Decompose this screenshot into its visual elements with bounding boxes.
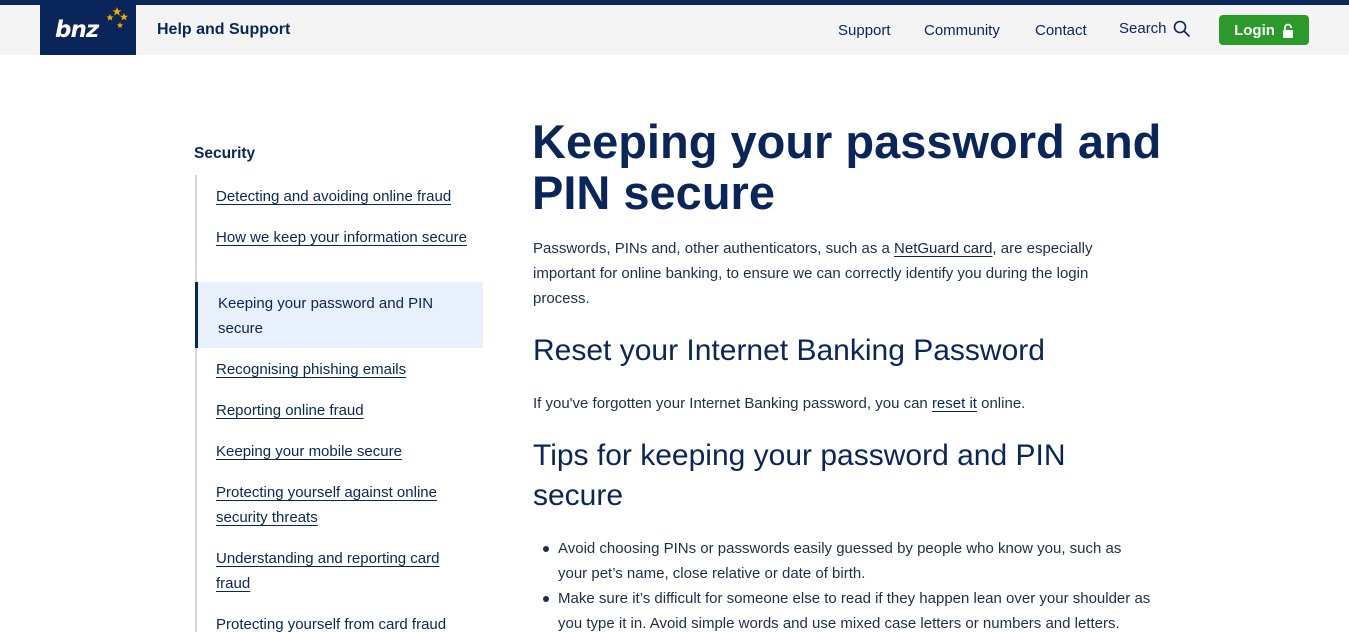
sidebar-item-mobile-secure[interactable]: Keeping your mobile secure — [216, 439, 476, 464]
tip-item: Make sure it’s difficult for someone els… — [558, 590, 1151, 632]
reset-text-2: online. — [976, 395, 1026, 412]
sidebar-item-card-fraud-protect[interactable]: Protecting yourself from card fraud — [216, 612, 476, 632]
reset-heading: Reset your Internet Banking Password — [533, 334, 1045, 367]
sidebar-item-phishing[interactable]: Recognising phishing emails — [216, 357, 476, 382]
bullet-dot — [543, 546, 549, 552]
login-button[interactable]: Login — [1219, 15, 1309, 45]
sidebar-heading: Security — [194, 145, 256, 162]
intro-paragraph: Passwords, PINs and, other authenticator… — [533, 236, 1133, 311]
intro-text-1: Passwords, PINs and, other authenticator… — [533, 240, 895, 257]
reset-text-1: If you've forgotten your Internet Bankin… — [533, 395, 932, 412]
stars-icon — [106, 7, 128, 28]
nav-search[interactable]: Search — [1119, 20, 1190, 37]
nav-contact[interactable]: Contact — [1035, 22, 1087, 39]
sidebar-item-online-threats[interactable]: Protecting yourself against online secur… — [216, 480, 476, 530]
lock-icon — [1282, 23, 1293, 38]
reset-it-link[interactable]: reset it — [932, 395, 977, 412]
top-stripe — [0, 0, 1349, 5]
sidebar-item-info-secure[interactable]: How we keep your information secure — [216, 225, 476, 250]
netguard-card-link[interactable]: NetGuard card — [894, 240, 992, 257]
page-title: Keeping your password and PIN secure — [532, 115, 1162, 219]
login-label: Login — [1234, 21, 1275, 39]
reset-paragraph: If you've forgotten your Internet Bankin… — [533, 391, 1133, 416]
tip-item: Avoid choosing PINs or passwords easily … — [558, 540, 1122, 582]
sidebar-item-reporting-fraud[interactable]: Reporting online fraud — [216, 398, 476, 423]
sidebar-item-password-pin-label: Keeping your password and PIN secure — [218, 295, 434, 337]
tips-heading: Tips for keeping your password and PIN s… — [533, 439, 1066, 512]
site-title[interactable]: Help and Support — [157, 21, 290, 39]
search-icon — [1173, 20, 1190, 37]
nav-support[interactable]: Support — [838, 22, 891, 39]
sidebar-item-card-fraud-reporting[interactable]: Understanding and reporting card fraud — [216, 546, 476, 596]
sidebar-item-detecting-fraud[interactable]: Detecting and avoiding online fraud — [216, 184, 476, 209]
bullet-dot — [543, 596, 549, 602]
bnz-logo[interactable]: bnz — [40, 0, 136, 55]
sidebar-rule — [195, 175, 197, 632]
logo-text: bnz — [55, 17, 99, 43]
nav-community[interactable]: Community — [924, 22, 1000, 39]
nav-search-label: Search — [1119, 20, 1167, 37]
